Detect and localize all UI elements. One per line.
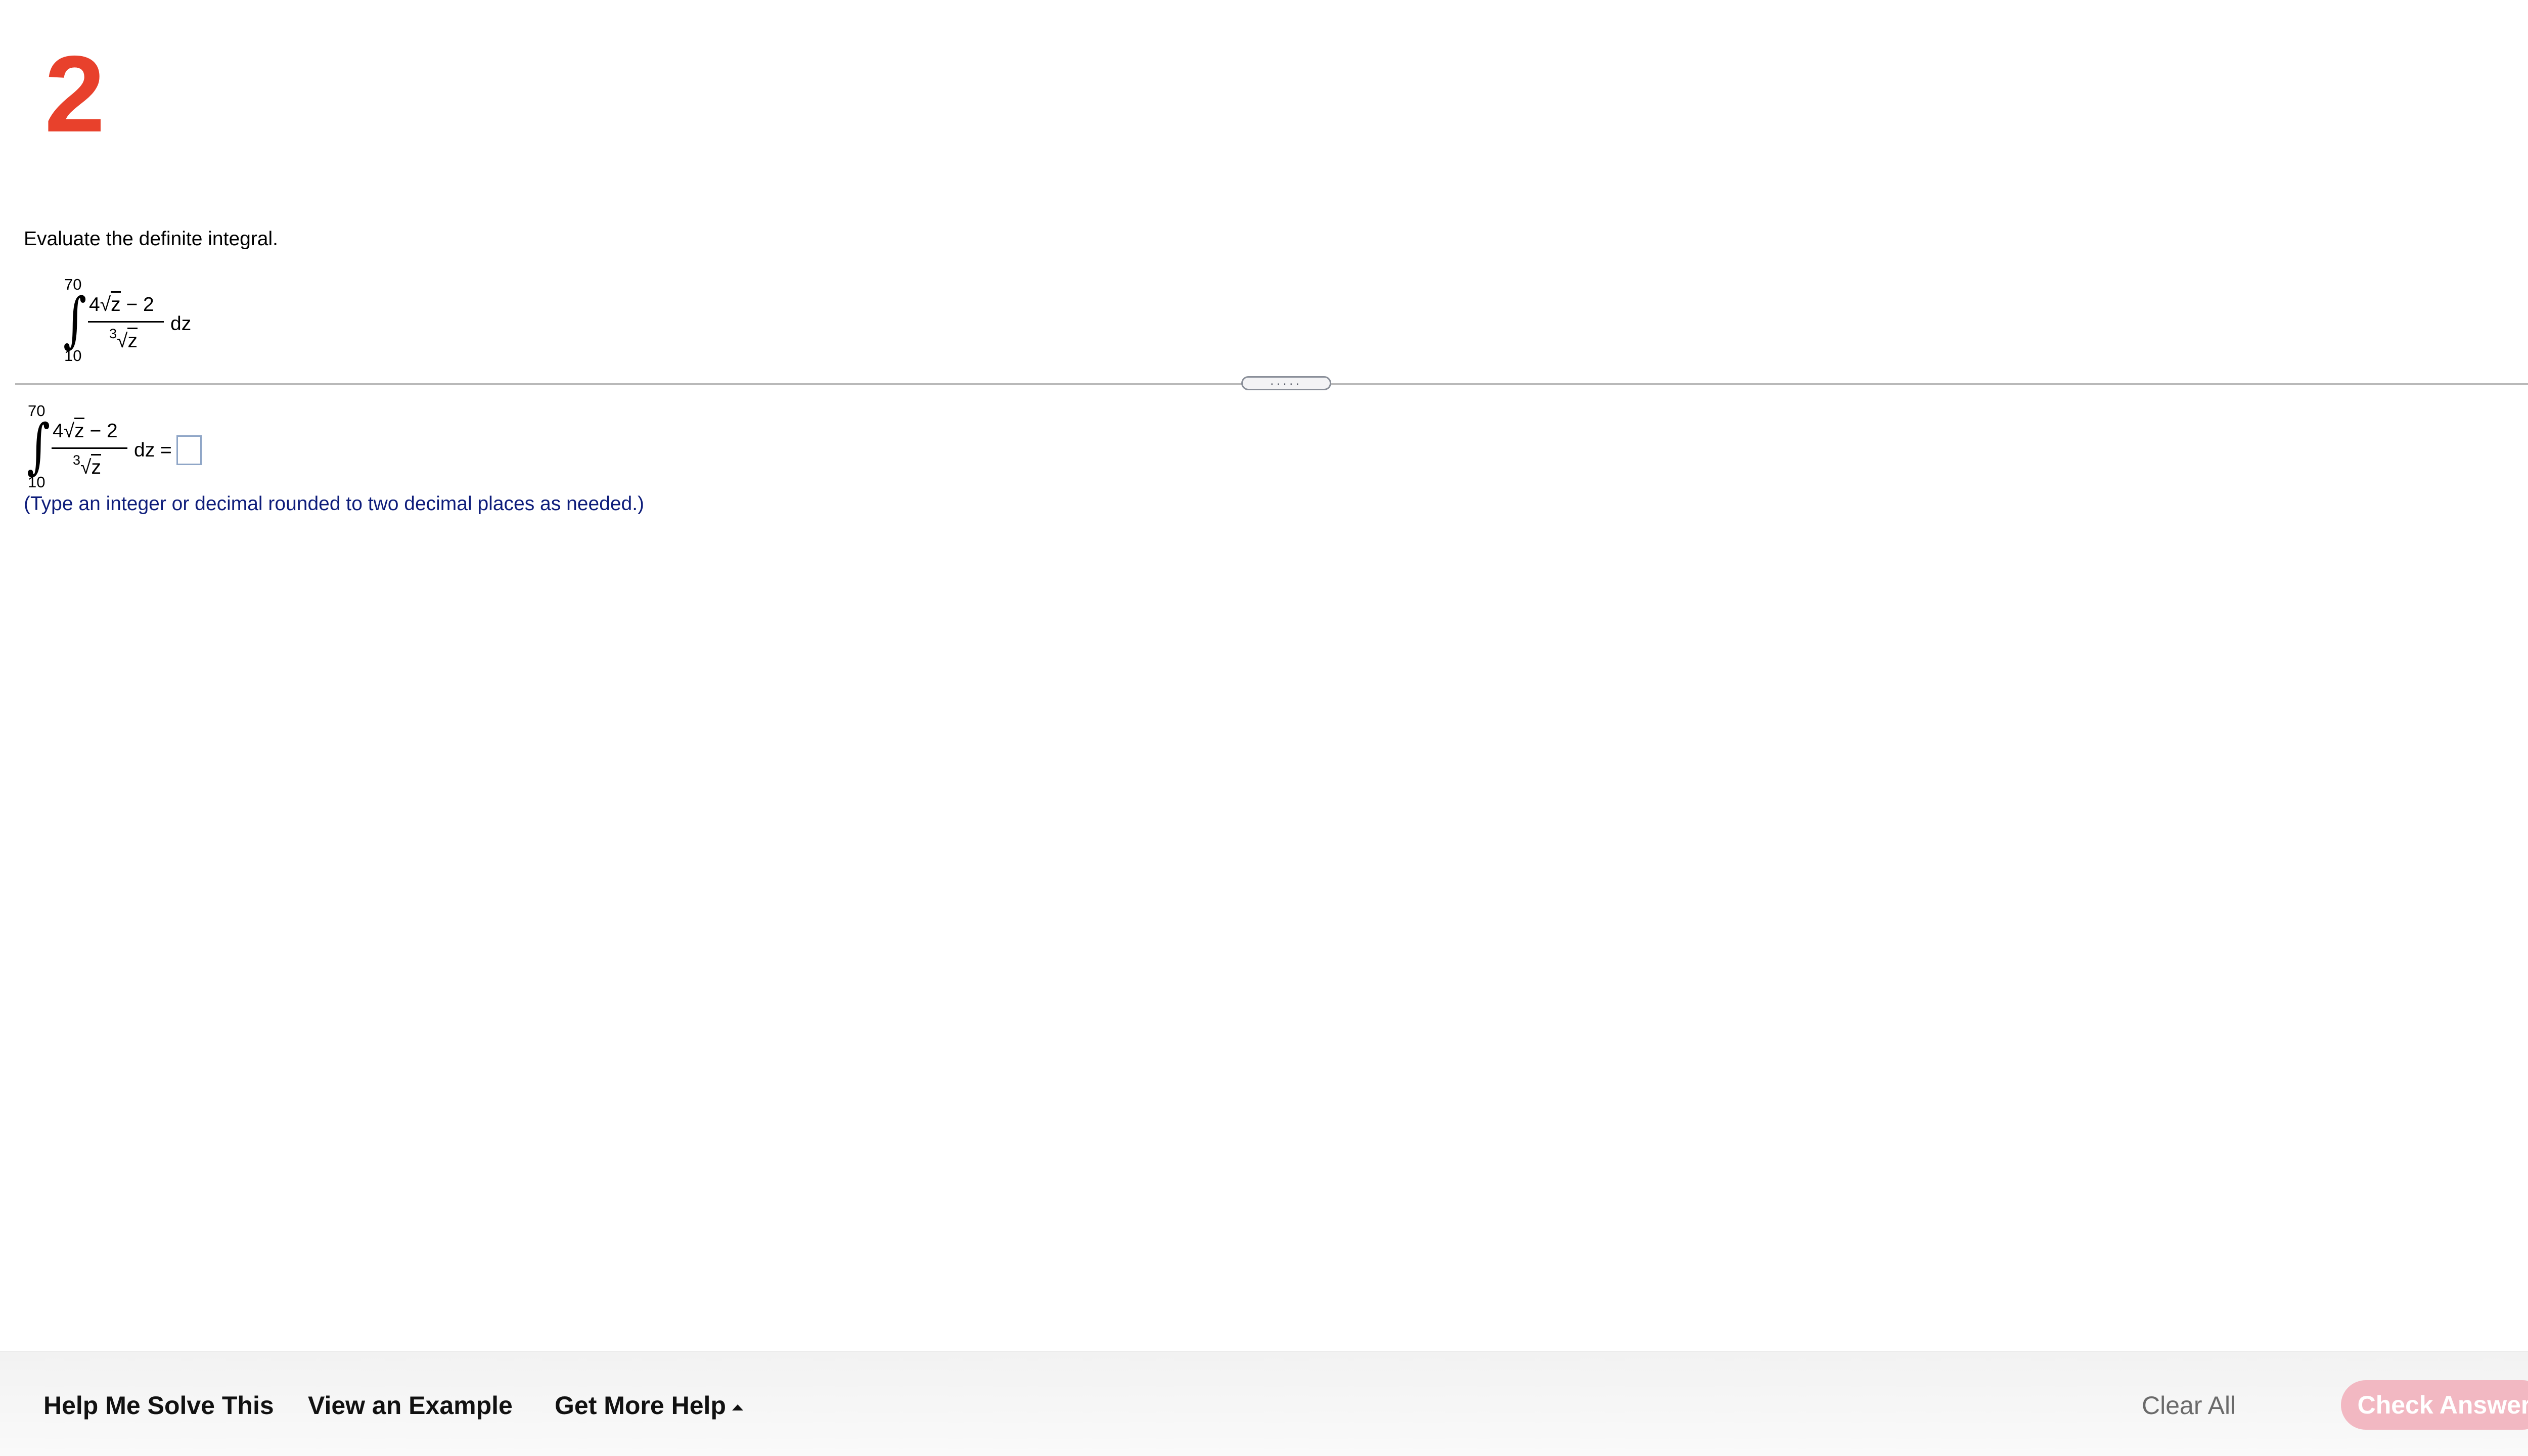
- question-page: 2 Evaluate the definite integral. 70 ∫ 1…: [0, 0, 2528, 1456]
- get-more-help-label: Get More Help: [555, 1391, 726, 1420]
- integral-differential: dz: [170, 313, 192, 335]
- view-example-button[interactable]: View an Example: [308, 1393, 513, 1418]
- integral-lower-limit: 10: [64, 347, 82, 365]
- question-instruction: Evaluate the definite integral.: [24, 228, 279, 250]
- answer-lower-limit: 10: [28, 473, 46, 491]
- answer-input[interactable]: [176, 435, 202, 465]
- check-answer-button[interactable]: Check Answer: [2341, 1380, 2528, 1430]
- answer-hint: (Type an integer or decimal rounded to t…: [24, 493, 645, 515]
- answer-fraction-bar: [52, 447, 127, 449]
- answer-integrand-denominator: 3√z: [73, 452, 101, 478]
- pane-divider-handle[interactable]: .....: [1241, 375, 1331, 390]
- integrand-fraction-bar: [88, 321, 164, 323]
- integral-sign: ∫: [63, 285, 87, 354]
- question-number: 2: [44, 33, 105, 155]
- get-more-help-button[interactable]: Get More Help: [555, 1393, 743, 1418]
- answer-integral-sign: ∫: [27, 411, 51, 481]
- integrand-denominator: 3√z: [109, 326, 138, 352]
- answer-integrand-numerator: 4√z − 2: [53, 418, 118, 442]
- answer-equals-label: dz =: [134, 439, 172, 461]
- caret-up-icon: [732, 1404, 743, 1410]
- integrand-numerator: 4√z − 2: [89, 291, 154, 315]
- clear-all-button[interactable]: Clear All: [2142, 1393, 2236, 1418]
- help-me-solve-button[interactable]: Help Me Solve This: [43, 1393, 274, 1418]
